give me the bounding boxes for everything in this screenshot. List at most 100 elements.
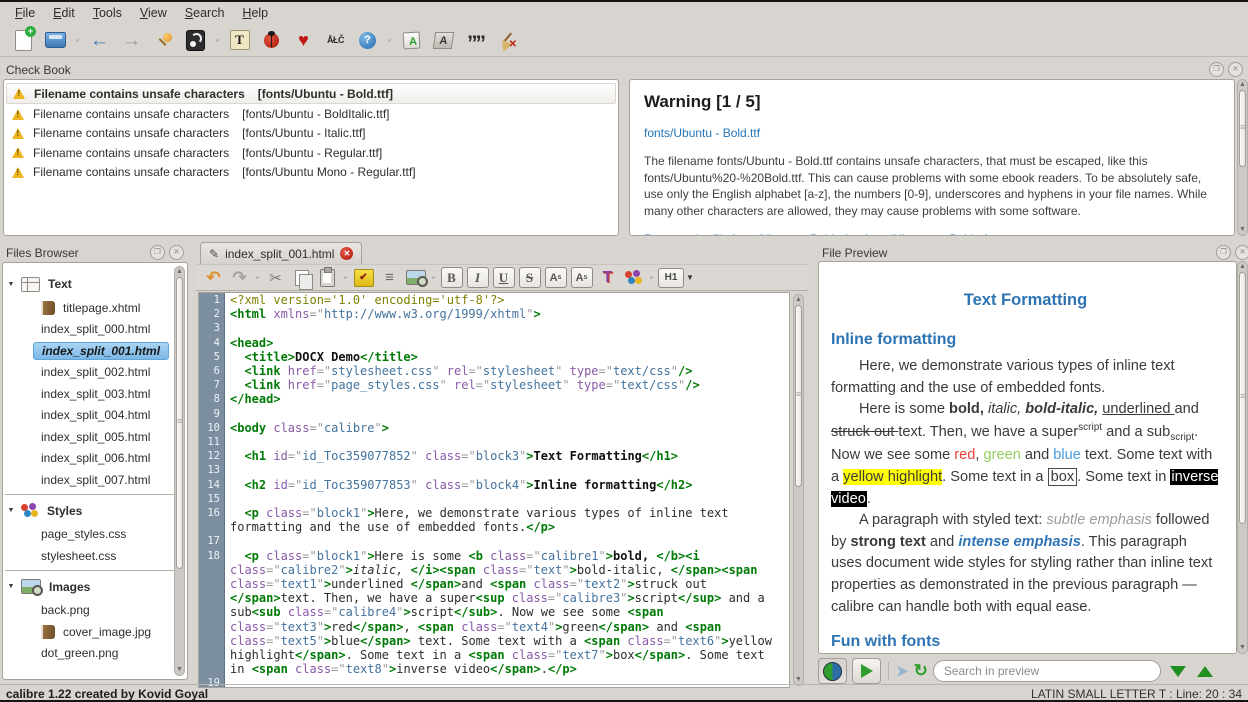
file-item-index_split_002.html[interactable]: index_split_002.html xyxy=(3,362,183,384)
styles-paint-icon[interactable] xyxy=(622,267,645,289)
code-text: <html xmlns="http://www.w3.org/1999/xhtm… xyxy=(224,307,781,321)
toolbar-separator xyxy=(388,39,391,42)
run-preview-button[interactable] xyxy=(852,658,881,684)
float-dock-icon[interactable]: ❐ xyxy=(1216,245,1231,260)
file-item-index_split_006.html[interactable]: index_split_006.html xyxy=(3,448,183,470)
check-book-icon[interactable] xyxy=(182,27,209,54)
insert-image-icon[interactable] xyxy=(404,267,427,289)
toolbar-separator xyxy=(344,276,347,279)
line-number: 14 xyxy=(199,478,224,492)
file-item-index_split_004.html[interactable]: index_split_004.html xyxy=(3,405,183,427)
warning-file-link[interactable]: fonts/Ubuntu - Bold.ttf xyxy=(644,126,1220,140)
check-book-list[interactable]: Filename contains unsafe characters[font… xyxy=(3,79,619,236)
file-item-page_styles.css[interactable]: page_styles.css xyxy=(3,524,183,546)
code-line: 18 <p class="block1">Here is some <b cla… xyxy=(199,549,789,677)
tab-index-split-001[interactable]: ✎ index_split_001.html ✕ xyxy=(200,242,362,264)
debug-icon[interactable] xyxy=(258,27,285,54)
code-text: <p class="block1">Here, we demonstrate v… xyxy=(224,506,781,534)
file-item-titlepage.xhtml[interactable]: titlepage.xhtml xyxy=(3,297,183,319)
search-in-preview-input[interactable] xyxy=(933,660,1161,682)
menu-help[interactable]: Help xyxy=(233,4,277,22)
close-dock-icon[interactable]: ✕ xyxy=(1228,62,1243,77)
file-item-index_split_000.html[interactable]: index_split_000.html xyxy=(3,319,183,341)
menu-edit[interactable]: Edit xyxy=(44,4,84,22)
preview-scrollbar-thumb[interactable] xyxy=(1239,272,1246,524)
arrange-icon[interactable]: A xyxy=(398,27,425,54)
cut-icon[interactable]: ✂ xyxy=(264,267,287,289)
menu-tools[interactable]: Tools xyxy=(84,4,131,22)
float-dock-icon[interactable]: ❐ xyxy=(150,245,165,260)
special-chars-icon[interactable]: T xyxy=(596,267,619,289)
back-icon[interactable]: ← xyxy=(86,27,113,54)
warning-scrollbar-thumb[interactable] xyxy=(1239,90,1246,167)
underline-icon[interactable]: U xyxy=(492,267,515,289)
close-dock-icon[interactable]: ✕ xyxy=(1235,245,1248,260)
file-item-dot_green.png[interactable]: dot_green.png xyxy=(3,643,183,665)
warning-rename-link[interactable]: Rename the file fonts/Ubuntu - Bold.ttf … xyxy=(644,232,1220,236)
menu-search[interactable]: Search xyxy=(176,4,234,22)
subscript-icon[interactable]: As xyxy=(544,267,567,289)
section-text[interactable]: ▼Text xyxy=(3,271,183,297)
redo-icon[interactable]: ↷ xyxy=(228,267,251,289)
close-dock-icon[interactable]: ✕ xyxy=(169,245,184,260)
editor-scrollbar-thumb[interactable] xyxy=(795,305,802,487)
paste-glyph xyxy=(320,269,335,287)
code-editor[interactable]: 1<?xml version='1.0' encoding='utf-8'?>2… xyxy=(198,292,790,688)
pin-icon[interactable] xyxy=(150,27,177,54)
file-item-back.png[interactable]: back.png xyxy=(3,600,183,622)
tab-close-icon[interactable]: ✕ xyxy=(340,247,353,260)
forward-icon[interactable]: → xyxy=(118,27,145,54)
warning-scrollbar[interactable]: ▲ ▼ xyxy=(1237,79,1248,236)
check-book-item[interactable]: Filename contains unsafe characters[font… xyxy=(6,163,616,182)
smart-quotes-icon[interactable]: ”” xyxy=(462,27,489,54)
donate-icon[interactable]: ♥ xyxy=(290,27,317,54)
file-item-index_split_005.html[interactable]: index_split_005.html xyxy=(3,426,183,448)
cleanup-icon[interactable]: ✕ xyxy=(494,27,521,54)
warning-body-text: The filename fonts/Ubuntu - Bold.ttf con… xyxy=(644,153,1214,219)
new-file-icon[interactable]: + xyxy=(10,27,37,54)
strike-icon[interactable]: S xyxy=(518,267,541,289)
refresh-preview-icon[interactable]: ↻ xyxy=(914,661,928,681)
font-tile-icon[interactable]: T xyxy=(226,27,253,54)
menu-file[interactable]: File xyxy=(6,4,44,22)
file-item-index_split_003.html[interactable]: index_split_003.html xyxy=(3,383,183,405)
find-previous-icon[interactable] xyxy=(1197,666,1213,677)
html-check-icon[interactable]: ✔ xyxy=(352,267,375,289)
spellcheck-icon[interactable]: ÅŁČ xyxy=(322,27,349,54)
file-item-cover_image.jpg[interactable]: cover_image.jpg xyxy=(3,621,183,643)
superscript-icon[interactable]: As xyxy=(570,267,593,289)
copy-icon[interactable] xyxy=(290,267,313,289)
undo-icon[interactable]: ↶ xyxy=(202,267,225,289)
check-book-item[interactable]: Filename contains unsafe characters[font… xyxy=(6,104,616,123)
help-icon[interactable]: ? xyxy=(354,27,381,54)
section-styles[interactable]: ▼ Styles xyxy=(3,498,183,524)
files-scrollbar[interactable]: ▲ ▼ xyxy=(174,266,185,676)
file-item-stylesheet.css[interactable]: stylesheet.css xyxy=(3,545,183,567)
italic-icon[interactable]: I xyxy=(466,267,489,289)
check-book-item[interactable]: Filename contains unsafe characters[font… xyxy=(6,83,616,104)
sync-position-icon[interactable]: ➤ xyxy=(896,662,909,680)
float-dock-icon[interactable]: ❐ xyxy=(1209,62,1224,77)
chevron-down-icon: ▼ xyxy=(3,507,19,514)
source-lines-icon[interactable]: ≡ xyxy=(378,267,401,289)
check-book-item[interactable]: Filename contains unsafe characters[font… xyxy=(6,124,616,143)
paste-icon[interactable] xyxy=(316,267,339,289)
bold-icon[interactable]: B xyxy=(440,267,463,289)
files-scrollbar-thumb[interactable] xyxy=(176,277,183,569)
line-number: 9 xyxy=(199,407,224,421)
scissors-glyph: ✂ xyxy=(269,269,282,287)
section-images[interactable]: ▼Images xyxy=(3,574,183,600)
redo-glyph: ↷ xyxy=(232,268,246,288)
menu-view[interactable]: View xyxy=(131,4,176,22)
editor-scrollbar[interactable]: ▲ ▼ xyxy=(793,294,804,686)
section-label: Styles xyxy=(47,504,82,518)
file-item-index_split_007.html[interactable]: index_split_007.html xyxy=(3,469,183,491)
save-icon[interactable] xyxy=(42,27,69,54)
check-book-item[interactable]: Filename contains unsafe characters[font… xyxy=(6,143,616,162)
subset-fonts-icon[interactable]: A xyxy=(430,27,457,54)
auto-reload-toggle-button[interactable] xyxy=(818,658,847,684)
find-next-icon[interactable] xyxy=(1170,666,1186,677)
file-item-index_split_001.html[interactable]: index_split_001.html xyxy=(3,340,183,362)
preview-scrollbar[interactable]: ▲ ▼ xyxy=(1237,261,1248,654)
heading-select-dropdown[interactable]: H1▼ xyxy=(658,268,694,288)
